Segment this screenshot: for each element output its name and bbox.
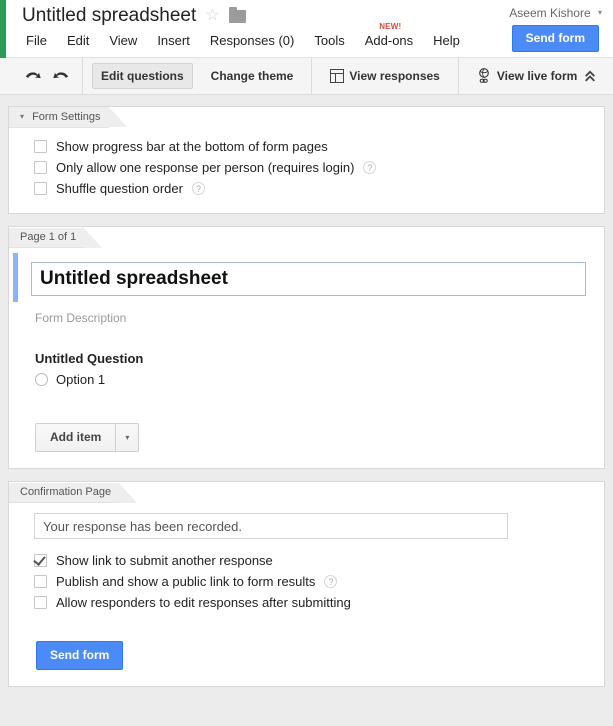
checkbox-publish-results-link[interactable] xyxy=(34,575,47,588)
redo-icon[interactable] xyxy=(52,67,70,85)
editor-content: ▾ Form Settings Show progress bar at the… xyxy=(0,95,613,687)
checkbox-show-submit-another-link[interactable] xyxy=(34,554,47,567)
editor-toolbar: Edit questions Change theme View respons… xyxy=(0,58,613,95)
new-badge: NEW! xyxy=(379,22,401,31)
help-icon[interactable]: ? xyxy=(324,575,337,588)
edit-mode-group: Edit questions Change theme xyxy=(83,58,312,94)
option-allow-edit-responses[interactable]: Allow responders to edit responses after… xyxy=(9,592,604,613)
question-item[interactable]: Untitled Question Option 1 xyxy=(35,351,604,387)
add-item-button[interactable]: Add item xyxy=(35,423,115,452)
account-name-label: Aseem Kishore xyxy=(509,6,590,20)
tab-view-responses-label: View responses xyxy=(349,69,440,83)
view-live-form-group: View live form xyxy=(459,58,595,94)
undo-icon[interactable] xyxy=(24,67,42,85)
undo-redo-group xyxy=(0,58,83,94)
form-settings-panel: ▾ Form Settings Show progress bar at the… xyxy=(8,106,605,214)
option-show-submit-another-link-label: Show link to submit another response xyxy=(56,553,273,568)
menu-item-file[interactable]: File xyxy=(24,32,49,49)
tab-change-theme[interactable]: Change theme xyxy=(202,63,303,89)
checkbox-one-response-per-person[interactable] xyxy=(34,161,47,174)
menu-item-edit[interactable]: Edit xyxy=(65,32,91,49)
option-show-progress-bar-label: Show progress bar at the bottom of form … xyxy=(56,139,328,154)
option-show-submit-another-link[interactable]: Show link to submit another response xyxy=(9,550,604,571)
menu-item-addons-label: Add-ons xyxy=(365,33,413,48)
menu-item-responses[interactable]: Responses (0) xyxy=(208,32,297,49)
globe-link-icon xyxy=(477,68,492,84)
help-icon[interactable]: ? xyxy=(192,182,205,195)
question-title: Untitled Question xyxy=(35,351,604,366)
send-form-button-header[interactable]: Send form xyxy=(512,25,599,52)
option-show-progress-bar[interactable]: Show progress bar at the bottom of form … xyxy=(9,136,604,157)
menu-item-help[interactable]: Help xyxy=(431,32,462,49)
option-publish-results-link-label: Publish and show a public link to form r… xyxy=(56,574,315,589)
menu-item-addons[interactable]: NEW! Add-ons xyxy=(363,32,415,49)
form-settings-tab-label: Form Settings xyxy=(32,111,100,123)
option-publish-results-link[interactable]: Publish and show a public link to form r… xyxy=(9,571,604,592)
send-form-button-footer[interactable]: Send form xyxy=(36,641,123,670)
option-shuffle-question-order[interactable]: Shuffle question order ? xyxy=(9,178,604,199)
confirmation-page-body: Your response has been recorded. Show li… xyxy=(9,501,604,686)
add-item-dropdown-button[interactable]: ▾ xyxy=(115,423,139,452)
star-outline-icon[interactable]: ☆ xyxy=(205,8,219,24)
add-item-group: Add item ▾ xyxy=(35,423,139,452)
tab-edit-questions[interactable]: Edit questions xyxy=(92,63,193,89)
option-shuffle-question-order-label: Shuffle question order xyxy=(56,181,183,196)
tab-view-live-form-label: View live form xyxy=(497,69,577,83)
app-header: Untitled spreadsheet ☆ File Edit View In… xyxy=(0,0,613,58)
confirmation-page-panel: Confirmation Page Your response has been… xyxy=(8,481,605,687)
checkbox-allow-edit-responses[interactable] xyxy=(34,596,47,609)
view-responses-group: View responses xyxy=(312,58,459,94)
confirmation-message-value: Your response has been recorded. xyxy=(43,519,242,534)
tab-view-live-form[interactable]: View live form xyxy=(468,62,586,90)
form-editor-body: Untitled spreadsheet Form Description Un… xyxy=(9,246,604,468)
menu-item-insert[interactable]: Insert xyxy=(155,32,192,49)
account-menu[interactable]: Aseem Kishore ▾ xyxy=(509,6,602,20)
confirmation-message-input[interactable]: Your response has been recorded. xyxy=(34,513,508,539)
radio-option-1[interactable] xyxy=(35,373,48,386)
option-one-response-per-person-label: Only allow one response per person (requ… xyxy=(56,160,354,175)
chevron-down-icon: ▾ xyxy=(598,8,602,17)
menu-bar: File Edit View Insert Responses (0) Tool… xyxy=(24,32,462,49)
help-icon[interactable]: ? xyxy=(363,161,376,174)
selected-item-accent-bar xyxy=(13,253,18,302)
document-title-row: Untitled spreadsheet ☆ xyxy=(22,5,246,27)
form-description-input[interactable]: Form Description xyxy=(35,311,604,325)
page-indicator-tab: Page 1 of 1 xyxy=(9,227,84,246)
menu-item-view[interactable]: View xyxy=(107,32,139,49)
forms-brand-accent-bar xyxy=(0,0,6,58)
form-title-value: Untitled spreadsheet xyxy=(40,268,228,290)
menu-item-tools[interactable]: Tools xyxy=(312,32,346,49)
option-one-response-per-person[interactable]: Only allow one response per person (requ… xyxy=(9,157,604,178)
option-allow-edit-responses-label: Allow responders to edit responses after… xyxy=(56,595,351,610)
tab-view-responses[interactable]: View responses xyxy=(321,63,449,89)
caret-down-icon: ▾ xyxy=(125,433,129,442)
form-page-panel: Page 1 of 1 Untitled spreadsheet Form De… xyxy=(8,226,605,469)
page-title[interactable]: Untitled spreadsheet xyxy=(22,5,196,27)
confirmation-page-tab-label: Confirmation Page xyxy=(20,486,111,498)
confirmation-page-options: Show link to submit another response Pub… xyxy=(9,539,604,627)
page-indicator-label: Page 1 of 1 xyxy=(20,231,76,243)
folder-icon[interactable] xyxy=(229,10,246,23)
double-chevron-up-icon[interactable] xyxy=(581,67,599,85)
option-1-label: Option 1 xyxy=(56,372,105,387)
form-settings-options: Show progress bar at the bottom of form … xyxy=(9,126,604,213)
confirmation-page-tab: Confirmation Page xyxy=(9,482,119,501)
form-settings-tab[interactable]: ▾ Form Settings xyxy=(9,107,109,126)
spreadsheet-grid-icon xyxy=(330,69,344,83)
checkbox-show-progress-bar[interactable] xyxy=(34,140,47,153)
question-option-row[interactable]: Option 1 xyxy=(35,372,604,387)
caret-down-icon: ▾ xyxy=(20,107,24,126)
form-title-input[interactable]: Untitled spreadsheet xyxy=(31,262,586,296)
checkbox-shuffle-question-order[interactable] xyxy=(34,182,47,195)
